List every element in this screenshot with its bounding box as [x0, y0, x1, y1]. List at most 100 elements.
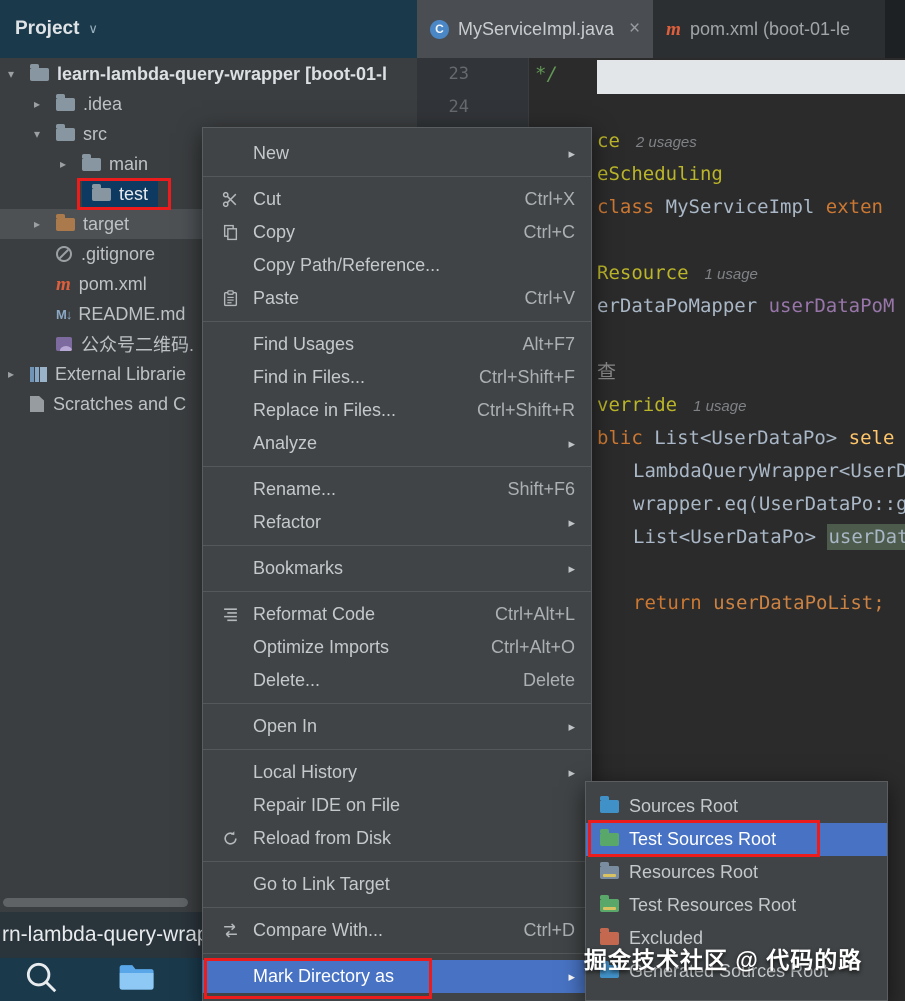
menu-item-reload-from-disk[interactable]: Reload from Disk	[203, 822, 591, 855]
menu-separator	[203, 176, 591, 177]
folder-icon	[30, 68, 49, 81]
scratches-icon	[30, 396, 44, 412]
chevron-right-icon[interactable]: ▸	[34, 97, 56, 111]
tab-pomxml[interactable]: m pom.xml (boot-01-le	[653, 0, 885, 58]
menu-item-local-history[interactable]: Local History ▸	[203, 756, 591, 789]
menu-item-bookmarks[interactable]: Bookmarks ▸	[203, 552, 591, 585]
menu-item-label: Repair IDE on File	[253, 795, 575, 816]
libraries-icon	[30, 367, 47, 382]
usages-hint[interactable]: 2 usages	[636, 134, 697, 151]
tree-item-label: pom.xml	[79, 274, 147, 295]
chevron-right-icon[interactable]: ▸	[60, 157, 82, 171]
menu-item-find-usages[interactable]: Find Usages Alt+F7	[203, 328, 591, 361]
menu-item-find-in-files[interactable]: Find in Files... Ctrl+Shift+F	[203, 361, 591, 394]
copy-icon	[217, 224, 243, 241]
tree-item-label: main	[109, 154, 148, 175]
menu-item-label: Compare With...	[253, 920, 503, 941]
menu-item-repair-ide[interactable]: Repair IDE on File	[203, 789, 591, 822]
menu-item-shortcut: Ctrl+X	[524, 189, 575, 210]
folder-excluded-icon	[56, 218, 75, 231]
menu-item-go-to-link-target[interactable]: Go to Link Target	[203, 868, 591, 901]
menu-item-label: Find in Files...	[253, 367, 459, 388]
menu-item-label: New	[253, 143, 548, 164]
tree-item-idea[interactable]: ▸ .idea	[0, 89, 417, 119]
menu-item-copy[interactable]: Copy Ctrl+C	[203, 216, 591, 249]
menu-item-open-in[interactable]: Open In ▸	[203, 710, 591, 743]
redaction-band	[597, 60, 905, 94]
code-token: ce	[597, 130, 620, 152]
code-token: class	[597, 196, 666, 218]
code-token: sele	[849, 427, 895, 449]
menu-separator	[203, 907, 591, 908]
menu-item-shortcut: Ctrl+C	[523, 222, 575, 243]
menu-item-optimize-imports[interactable]: Optimize Imports Ctrl+Alt+O	[203, 631, 591, 664]
chevron-down-icon[interactable]: ▾	[34, 127, 56, 141]
submenu-item-resources-root[interactable]: Resources Root	[586, 856, 887, 889]
menu-item-shortcut: Alt+F7	[522, 334, 575, 355]
sources-root-folder-icon	[600, 800, 619, 813]
menu-item-paste[interactable]: Paste Ctrl+V	[203, 282, 591, 315]
code-token: blic	[597, 427, 654, 449]
paste-icon	[217, 290, 243, 307]
menu-item-analyze[interactable]: Analyze ▸	[203, 427, 591, 460]
code-token: MyServiceImpl	[666, 196, 826, 218]
menu-item-label: Optimize Imports	[253, 637, 471, 658]
menu-item-cut[interactable]: Cut Ctrl+X	[203, 183, 591, 216]
file-explorer-icon[interactable]	[118, 962, 156, 997]
menu-item-reformat-code[interactable]: Reformat Code Ctrl+Alt+L	[203, 598, 591, 631]
tree-item-label: test	[119, 184, 148, 205]
submenu-item-sources-root[interactable]: Sources Root	[586, 790, 887, 823]
tree-item-label: target	[83, 214, 129, 235]
menu-item-label: Local History	[253, 762, 548, 783]
submenu-arrow-icon: ▸	[568, 969, 575, 985]
close-icon[interactable]: ×	[629, 18, 640, 40]
menu-item-shortcut: Shift+F6	[507, 479, 575, 500]
chevron-down-icon[interactable]: ▾	[8, 67, 30, 81]
code-token: userDataPoList;	[713, 592, 885, 614]
menu-separator	[203, 953, 591, 954]
chevron-right-icon[interactable]: ▸	[34, 217, 56, 231]
search-icon[interactable]	[22, 958, 60, 1001]
horizontal-scrollbar[interactable]	[3, 898, 188, 907]
maven-icon: m	[666, 20, 681, 39]
submenu-arrow-icon: ▸	[568, 765, 575, 781]
code-token: */	[535, 63, 558, 85]
menu-separator	[203, 749, 591, 750]
project-tool-window-header[interactable]: Project ∨	[0, 0, 417, 58]
menu-item-label: Delete...	[253, 670, 503, 691]
chevron-right-icon[interactable]: ▸	[8, 367, 30, 381]
code-token: verride	[597, 394, 677, 416]
usages-hint[interactable]: 1 usage	[705, 266, 758, 283]
menu-item-label: Paste	[253, 288, 504, 309]
menu-item-label: Reload from Disk	[253, 828, 575, 849]
menu-item-rename[interactable]: Rename... Shift+F6	[203, 473, 591, 506]
submenu-item-test-resources-root[interactable]: Test Resources Root	[586, 889, 887, 922]
menu-item-refactor[interactable]: Refactor ▸	[203, 506, 591, 539]
code-token: LambdaQueryWrapper<UserD	[633, 460, 905, 482]
menu-item-shortcut: Ctrl+Alt+L	[495, 604, 575, 625]
maven-icon: m	[56, 275, 71, 294]
image-file-icon	[56, 337, 72, 351]
menu-item-compare-with[interactable]: Compare With... Ctrl+D	[203, 914, 591, 947]
submenu-item-label: Test Resources Root	[629, 895, 796, 916]
reformat-icon	[217, 606, 243, 623]
tree-item-project-root[interactable]: ▾ learn-lambda-query-wrapper [boot-01-l	[0, 59, 417, 89]
folder-icon	[56, 98, 75, 111]
menu-item-copy-path[interactable]: Copy Path/Reference...	[203, 249, 591, 282]
menu-item-label: Copy Path/Reference...	[253, 255, 575, 276]
java-class-icon: C	[430, 20, 449, 39]
submenu-item-test-sources-root[interactable]: Test Sources Root	[586, 823, 887, 856]
menu-separator	[203, 861, 591, 862]
tree-item-label: 公众号二维码.	[81, 331, 194, 357]
menu-item-shortcut: Ctrl+Shift+F	[479, 367, 575, 388]
tab-myserviceimpl[interactable]: C MyServiceImpl.java ×	[417, 0, 653, 58]
menu-item-replace-in-files[interactable]: Replace in Files... Ctrl+Shift+R	[203, 394, 591, 427]
code-token: return	[633, 592, 713, 614]
tab-label: pom.xml (boot-01-le	[690, 19, 850, 40]
menu-item-new[interactable]: New ▸	[203, 137, 591, 170]
menu-item-delete[interactable]: Delete... Delete	[203, 664, 591, 697]
folder-icon	[92, 188, 111, 201]
resources-root-folder-icon	[600, 866, 619, 879]
menu-item-mark-directory-as[interactable]: Mark Directory as ▸	[203, 960, 591, 993]
usages-hint[interactable]: 1 usage	[693, 398, 746, 415]
